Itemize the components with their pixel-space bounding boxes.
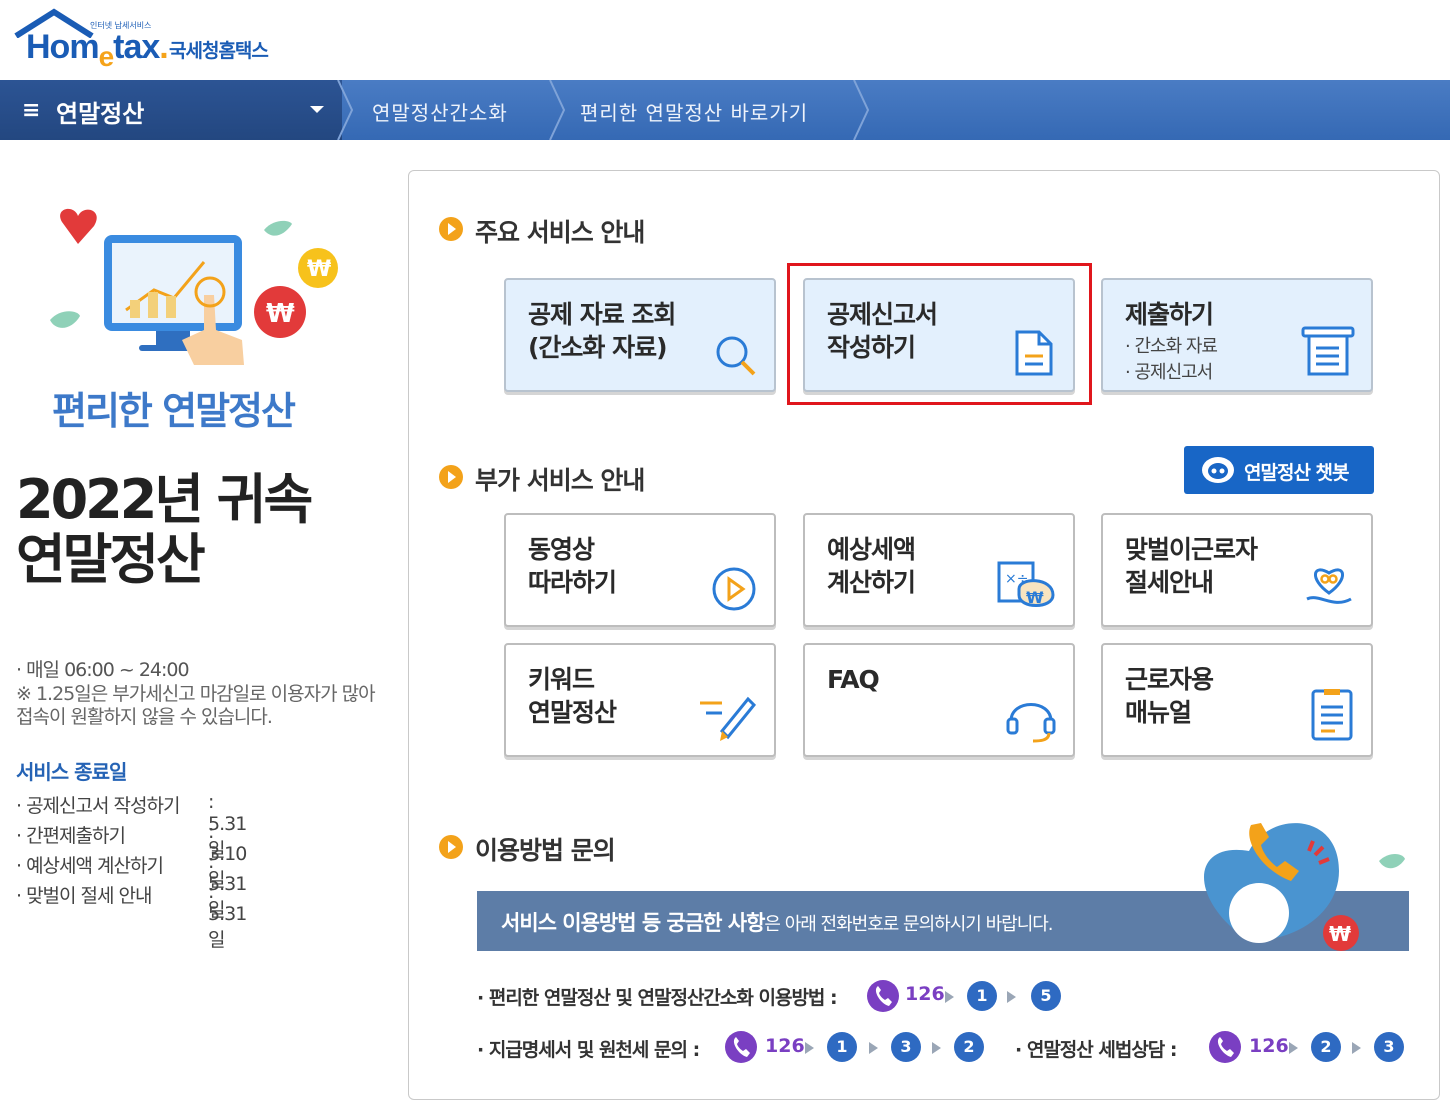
left-info-panel: ₩ ₩ 편리한 연말정산 2022년 귀속 연말정산 · 매일 06:00 ~ … <box>0 140 400 1110</box>
hamburger-icon: ≡ <box>22 98 41 123</box>
svg-text:₩: ₩ <box>1026 588 1044 607</box>
main-services-title: 주요 서비스 안내 <box>475 218 645 247</box>
end-date-item: · 맞벌이 절세 안내: 5.31일 <box>16 881 247 951</box>
arrow-icon <box>1289 1042 1298 1054</box>
notice-text: ※ 1.25일은 부가세신고 마감일로 이용자가 많아 접속이 원활하지 않을 … <box>16 683 376 728</box>
search-icon <box>716 336 756 376</box>
logo-brand: Hometax. <box>26 28 169 72</box>
submit-card[interactable]: 제출하기 · 간소화 자료 · 공제신고서 <box>1101 278 1373 392</box>
step-number: 2 <box>954 1032 984 1062</box>
heart-hand-icon <box>1306 568 1352 604</box>
chatbot-button[interactable]: 연말정산 챗봇 <box>1184 446 1374 494</box>
end-date-item: · 공제신고서 작성하기: 5.31일 <box>16 791 247 861</box>
section-bullet-icon <box>439 835 463 859</box>
year-title: 2022년 귀속 연말정산 <box>16 468 313 591</box>
step-number: 1 <box>967 981 997 1011</box>
dual-income-tax-card[interactable]: 맞벌이근로자 절세안내 <box>1101 513 1373 627</box>
manual-icon <box>1311 689 1353 741</box>
selection-highlight <box>787 263 1092 405</box>
step-number: 1 <box>827 1032 857 1062</box>
play-icon <box>712 567 756 611</box>
end-date-item: · 간편제출하기: 3.10일 <box>16 821 247 891</box>
svg-text:₩: ₩ <box>266 299 295 329</box>
arrow-icon <box>805 1042 814 1054</box>
deduction-data-lookup-card[interactable]: 공제 자료 조회 (간소화 자료) <box>504 278 776 392</box>
headset-icon <box>1006 703 1056 743</box>
phone-heart-illustration: ₩ <box>1204 823 1405 951</box>
phone-line-tax-consult: · 연말정산 세법상담 : <box>1015 1039 1178 1061</box>
faq-card[interactable]: FAQ <box>803 643 1075 757</box>
section-bullet-icon <box>439 465 463 489</box>
svg-text:₩: ₩ <box>307 257 331 282</box>
caret-down-icon <box>310 106 324 113</box>
step-number: 2 <box>1311 1032 1341 1062</box>
inquiry-title: 이용방법 문의 <box>475 836 616 865</box>
tax-estimate-card[interactable]: 예상세액 계산하기 ×÷ ₩ <box>803 513 1075 627</box>
phone-icon <box>1209 1031 1241 1063</box>
step-number: 5 <box>1031 981 1061 1011</box>
manual-card[interactable]: 근로자용 매뉴얼 <box>1101 643 1373 757</box>
svg-text:₩: ₩ <box>1329 922 1351 946</box>
breadcrumb-separator <box>853 80 870 140</box>
phone-line-usage: · 편리한 연말정산 및 연말정산간소화 이용방법 : <box>477 987 838 1009</box>
arrow-icon <box>869 1042 878 1054</box>
breadcrumb-separator <box>337 80 354 140</box>
arrow-icon <box>1007 991 1016 1003</box>
breadcrumb-item-shortcut[interactable]: 편리한 연말정산 바로가기 <box>580 97 808 126</box>
video-tutorial-card[interactable]: 동영상 따라하기 <box>504 513 776 627</box>
phone-icon <box>867 980 899 1012</box>
keyword-card[interactable]: 키워드 연말정산 <box>504 643 776 757</box>
step-number: 3 <box>891 1032 921 1062</box>
step-number: 3 <box>1374 1032 1404 1062</box>
phone-number: 126 <box>1249 1035 1289 1057</box>
logo-korean: 국세청홈택스 <box>169 40 269 62</box>
arrow-icon <box>945 991 954 1003</box>
promo-title: 편리한 연말정산 <box>52 389 296 433</box>
chatbot-icon <box>1202 457 1234 483</box>
menu-dropdown[interactable]: ≡ 연말정산 <box>0 80 342 140</box>
pencil-icon <box>700 696 757 741</box>
arrow-icon <box>932 1042 941 1054</box>
end-date-item: · 예상세액 계산하기: 5.31일 <box>16 851 247 921</box>
phone-number: 126 <box>765 1035 805 1057</box>
phone-icon <box>725 1031 757 1063</box>
section-bullet-icon <box>439 217 463 241</box>
menu-title: 연말정산 <box>56 100 145 128</box>
service-end-title: 서비스 종료일 <box>16 760 127 784</box>
phone-number: 126 <box>905 983 945 1005</box>
arrow-icon <box>1352 1042 1361 1054</box>
hometax-logo[interactable]: 인터넷 납세서비스 Hometax. 국세청홈택스 <box>14 8 314 74</box>
extra-services-title: 부가 서비스 안내 <box>475 466 645 495</box>
header: 인터넷 납세서비스 Hometax. 국세청홈택스 <box>0 0 1450 80</box>
service-hours: · 매일 06:00 ~ 24:00 <box>16 659 190 681</box>
submit-tray-icon <box>1301 326 1355 376</box>
calculator-money-icon: ×÷ ₩ <box>997 561 1055 607</box>
nav-bar: ≡ 연말정산 연말정산간소화 편리한 연말정산 바로가기 <box>0 80 1450 140</box>
breadcrumb-separator <box>549 80 566 140</box>
breadcrumb-item-simplified[interactable]: 연말정산간소화 <box>372 97 508 126</box>
monitor-illustration: ₩ ₩ <box>50 208 338 365</box>
phone-line-withholding: · 지급명세서 및 원천세 문의 : <box>477 1039 700 1061</box>
